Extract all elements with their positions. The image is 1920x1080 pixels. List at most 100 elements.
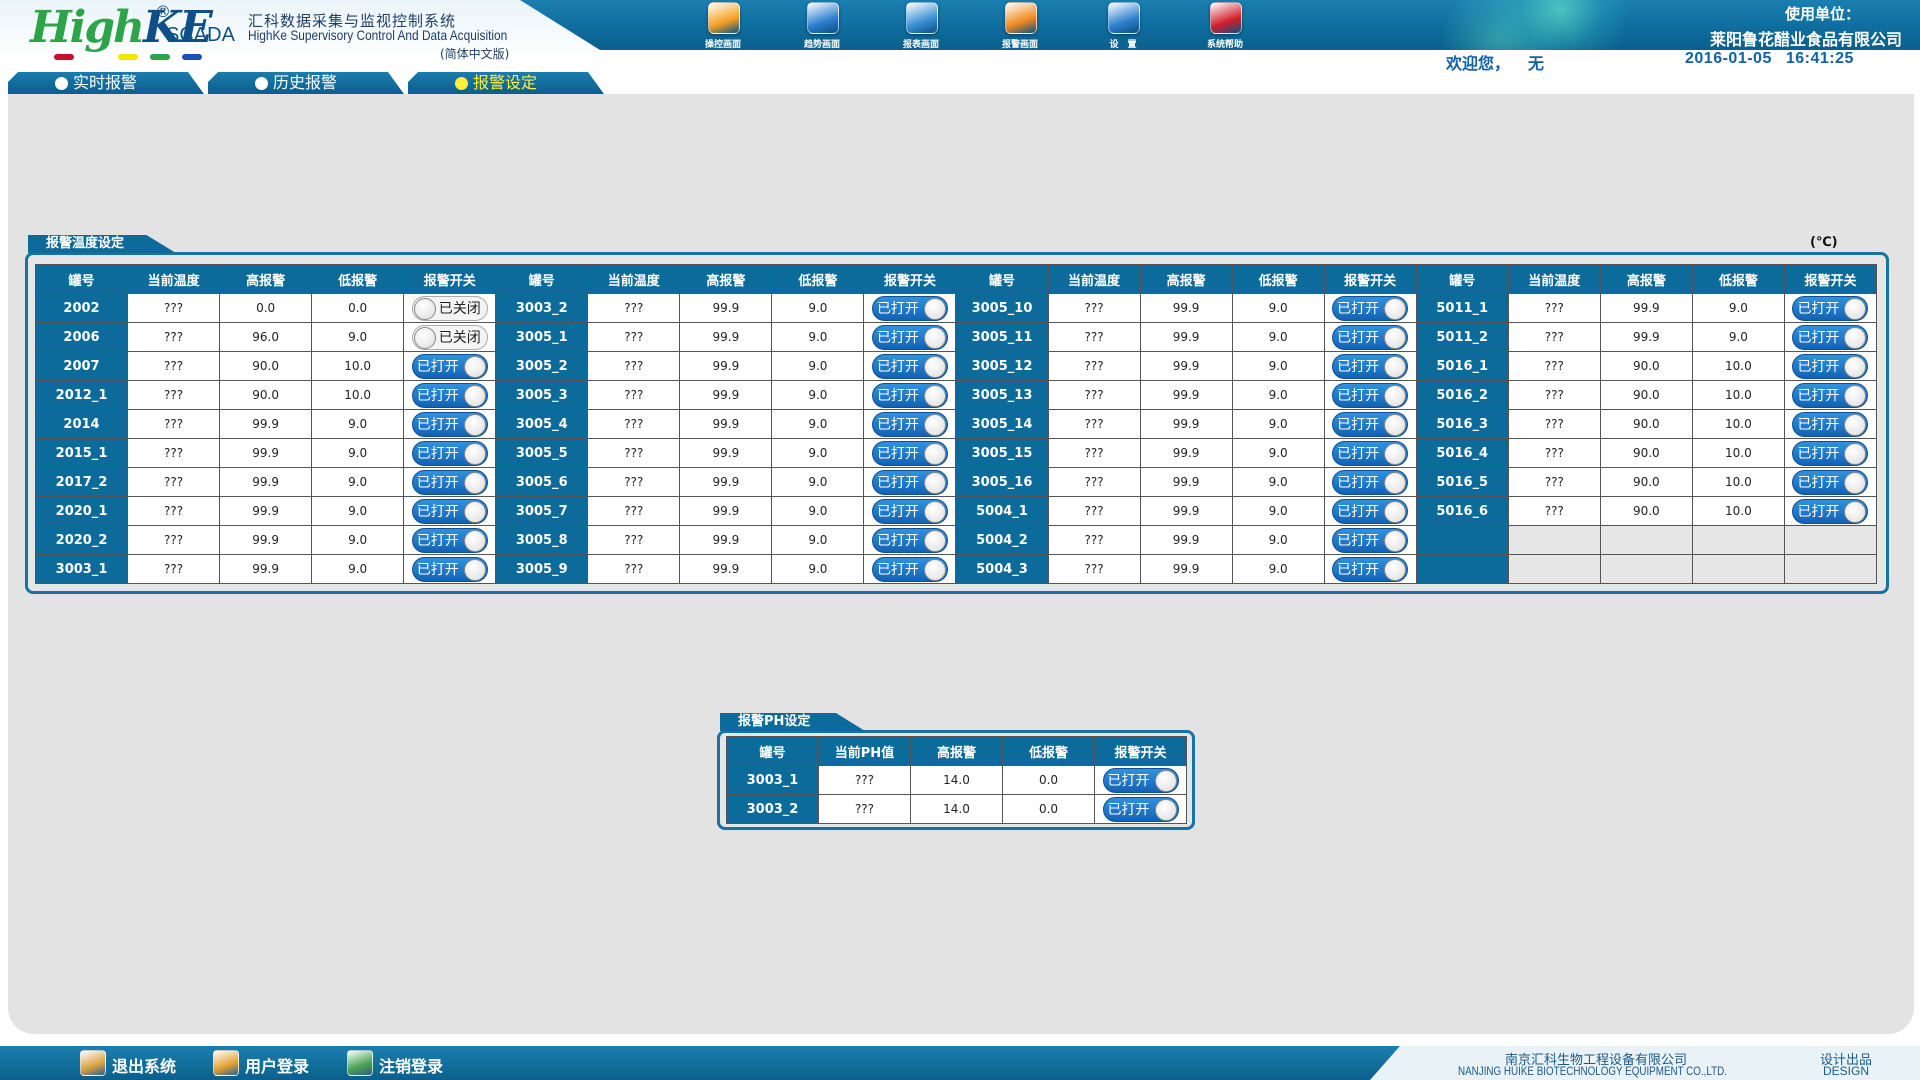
low-alarm-value[interactable]: 9.0 xyxy=(771,496,865,526)
alarm-switch-toggle[interactable]: 已打开 xyxy=(871,382,948,408)
high-alarm-value[interactable]: 99.9 xyxy=(219,467,313,497)
high-alarm-value[interactable]: 99.9 xyxy=(679,293,773,323)
high-alarm-value[interactable]: 90.0 xyxy=(1599,409,1693,439)
high-alarm-value[interactable]: 99.9 xyxy=(219,438,313,468)
high-alarm-value[interactable]: 99.9 xyxy=(1139,467,1233,497)
tab-alarm-settings[interactable]: 报警设定 xyxy=(408,72,604,94)
alarm-switch-toggle[interactable]: 已打开 xyxy=(1792,353,1869,379)
alarm-switch-toggle[interactable]: 已打开 xyxy=(411,382,488,408)
high-alarm-value[interactable]: 99.9 xyxy=(1139,554,1233,584)
nav-button-3[interactable]: 报表画面 xyxy=(886,0,956,50)
low-alarm-value[interactable]: 9.0 xyxy=(311,409,405,439)
alarm-switch-toggle[interactable]: 已关闭 xyxy=(411,324,488,350)
alarm-switch-toggle[interactable]: 已打开 xyxy=(871,469,948,495)
footer-button-1[interactable]: 退出系统 xyxy=(80,1050,200,1076)
high-alarm-value[interactable]: 99.9 xyxy=(679,351,773,381)
low-alarm-value[interactable]: 9.0 xyxy=(771,409,865,439)
low-alarm-value[interactable]: 0.0 xyxy=(1002,794,1095,824)
tab-realtime-alarm[interactable]: 实时报警 xyxy=(8,72,204,94)
low-alarm-value[interactable]: 9.0 xyxy=(771,554,865,584)
low-alarm-value[interactable]: 10.0 xyxy=(1691,351,1785,381)
low-alarm-value[interactable]: 9.0 xyxy=(1231,409,1325,439)
alarm-switch-toggle[interactable]: 已打开 xyxy=(1792,411,1869,437)
low-alarm-value[interactable]: 9.0 xyxy=(311,438,405,468)
high-alarm-value[interactable]: 14.0 xyxy=(910,794,1003,824)
low-alarm-value[interactable]: 9.0 xyxy=(1231,380,1325,410)
alarm-switch-toggle[interactable]: 已打开 xyxy=(1332,527,1409,553)
high-alarm-value[interactable]: 99.9 xyxy=(1139,496,1233,526)
alarm-switch-toggle[interactable]: 已打开 xyxy=(871,527,948,553)
low-alarm-value[interactable]: 0.0 xyxy=(311,293,405,323)
low-alarm-value[interactable]: 9.0 xyxy=(311,525,405,555)
alarm-switch-toggle[interactable]: 已打开 xyxy=(1332,556,1409,582)
high-alarm-value[interactable]: 96.0 xyxy=(219,322,313,352)
high-alarm-value[interactable]: 99.9 xyxy=(1139,322,1233,352)
nav-button-5[interactable]: 设 置 xyxy=(1088,0,1158,50)
alarm-switch-toggle[interactable]: 已打开 xyxy=(1332,411,1409,437)
high-alarm-value[interactable]: 99.9 xyxy=(1599,322,1693,352)
alarm-switch-toggle[interactable]: 已打开 xyxy=(411,440,488,466)
alarm-switch-toggle[interactable]: 已打开 xyxy=(871,295,948,321)
alarm-switch-toggle[interactable]: 已打开 xyxy=(411,353,488,379)
low-alarm-value[interactable]: 9.0 xyxy=(311,467,405,497)
low-alarm-value[interactable]: 9.0 xyxy=(771,438,865,468)
alarm-switch-toggle[interactable]: 已打开 xyxy=(871,440,948,466)
low-alarm-value[interactable]: 10.0 xyxy=(311,380,405,410)
low-alarm-value[interactable]: 10.0 xyxy=(1691,380,1785,410)
high-alarm-value[interactable]: 99.9 xyxy=(679,467,773,497)
alarm-switch-toggle[interactable]: 已打开 xyxy=(1102,767,1179,793)
high-alarm-value[interactable]: 99.9 xyxy=(679,380,773,410)
low-alarm-value[interactable]: 9.0 xyxy=(311,554,405,584)
low-alarm-value[interactable]: 9.0 xyxy=(771,467,865,497)
low-alarm-value[interactable]: 9.0 xyxy=(1231,293,1325,323)
alarm-switch-toggle[interactable]: 已打开 xyxy=(871,353,948,379)
high-alarm-value[interactable]: 99.9 xyxy=(219,409,313,439)
alarm-switch-toggle[interactable]: 已打开 xyxy=(411,411,488,437)
nav-button-1[interactable]: 操控画面 xyxy=(688,0,758,50)
low-alarm-value[interactable]: 9.0 xyxy=(1231,496,1325,526)
alarm-switch-toggle[interactable]: 已打开 xyxy=(411,498,488,524)
high-alarm-value[interactable]: 99.9 xyxy=(219,554,313,584)
low-alarm-value[interactable]: 9.0 xyxy=(1691,322,1785,352)
high-alarm-value[interactable]: 99.9 xyxy=(1139,380,1233,410)
footer-button-2[interactable]: 用户登录 xyxy=(213,1050,333,1076)
low-alarm-value[interactable]: 9.0 xyxy=(1231,467,1325,497)
alarm-switch-toggle[interactable]: 已打开 xyxy=(411,469,488,495)
low-alarm-value[interactable]: 9.0 xyxy=(1691,293,1785,323)
low-alarm-value[interactable]: 9.0 xyxy=(771,380,865,410)
alarm-switch-toggle[interactable]: 已关闭 xyxy=(411,295,488,321)
alarm-switch-toggle[interactable]: 已打开 xyxy=(1332,440,1409,466)
high-alarm-value[interactable]: 0.0 xyxy=(219,293,313,323)
footer-button-3[interactable]: 注销登录 xyxy=(347,1050,467,1076)
low-alarm-value[interactable]: 9.0 xyxy=(771,525,865,555)
low-alarm-value[interactable]: 9.0 xyxy=(311,322,405,352)
alarm-switch-toggle[interactable]: 已打开 xyxy=(1792,382,1869,408)
high-alarm-value[interactable]: 14.0 xyxy=(910,765,1003,795)
low-alarm-value[interactable]: 10.0 xyxy=(1691,409,1785,439)
high-alarm-value[interactable]: 90.0 xyxy=(1599,438,1693,468)
high-alarm-value[interactable]: 99.9 xyxy=(679,525,773,555)
high-alarm-value[interactable]: 90.0 xyxy=(219,351,313,381)
alarm-switch-toggle[interactable]: 已打开 xyxy=(1332,353,1409,379)
low-alarm-value[interactable]: 10.0 xyxy=(1691,438,1785,468)
alarm-switch-toggle[interactable]: 已打开 xyxy=(411,527,488,553)
high-alarm-value[interactable]: 99.9 xyxy=(679,554,773,584)
high-alarm-value[interactable]: 90.0 xyxy=(1599,351,1693,381)
tab-history-alarm[interactable]: 历史报警 xyxy=(208,72,404,94)
alarm-switch-toggle[interactable]: 已打开 xyxy=(1332,295,1409,321)
alarm-switch-toggle[interactable]: 已打开 xyxy=(1792,498,1869,524)
low-alarm-value[interactable]: 0.0 xyxy=(1002,765,1095,795)
alarm-switch-toggle[interactable]: 已打开 xyxy=(1332,469,1409,495)
high-alarm-value[interactable]: 99.9 xyxy=(1139,525,1233,555)
nav-button-4[interactable]: 报警画面 xyxy=(985,0,1055,50)
low-alarm-value[interactable]: 9.0 xyxy=(1231,554,1325,584)
low-alarm-value[interactable]: 9.0 xyxy=(1231,525,1325,555)
nav-button-6[interactable]: 系统帮助 xyxy=(1190,0,1260,50)
high-alarm-value[interactable]: 99.9 xyxy=(679,322,773,352)
alarm-switch-toggle[interactable]: 已打开 xyxy=(1792,440,1869,466)
low-alarm-value[interactable]: 9.0 xyxy=(771,351,865,381)
low-alarm-value[interactable]: 9.0 xyxy=(1231,322,1325,352)
low-alarm-value[interactable]: 10.0 xyxy=(311,351,405,381)
low-alarm-value[interactable]: 10.0 xyxy=(1691,496,1785,526)
low-alarm-value[interactable]: 9.0 xyxy=(771,322,865,352)
